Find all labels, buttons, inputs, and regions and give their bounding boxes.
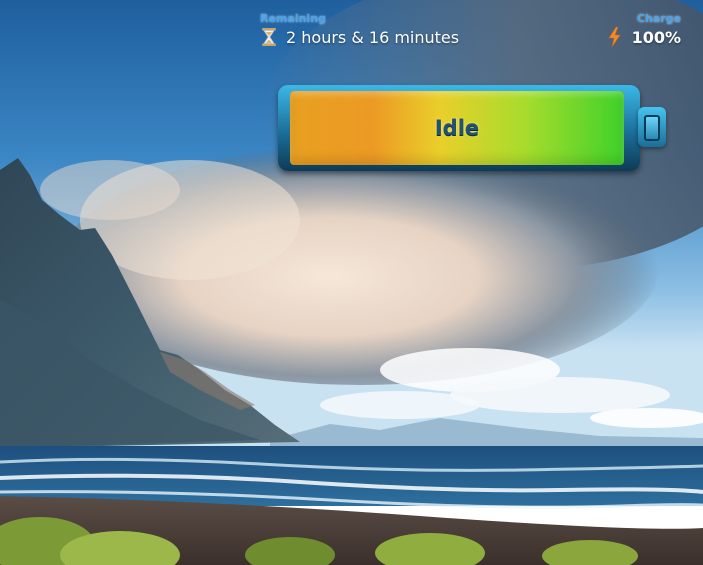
battery-terminal-inner: [644, 115, 660, 141]
charge-label: Charge: [636, 12, 681, 25]
remaining-label: Remaining: [260, 12, 326, 25]
charge-block: Charge 100%: [606, 12, 681, 48]
hourglass-icon: [260, 27, 278, 47]
remaining-time-block: Remaining 2 hours & 16 minutes: [260, 12, 459, 47]
battery-track: Idle: [290, 91, 624, 165]
battery-meter[interactable]: Idle: [278, 85, 670, 173]
remaining-value: 2 hours & 16 minutes: [286, 27, 460, 47]
lightning-icon: [606, 26, 624, 48]
charge-value-row: 100%: [606, 26, 681, 48]
battery-terminal-cap: [638, 107, 666, 147]
charge-value: 100%: [631, 27, 681, 47]
remaining-value-row: 2 hours & 16 minutes: [260, 27, 459, 47]
battery-shell: Idle: [278, 85, 640, 171]
battery-gadget-desktop: Remaining 2 hours & 16 minutes Charge 10…: [0, 0, 703, 565]
battery-status-text: Idle: [434, 116, 480, 140]
